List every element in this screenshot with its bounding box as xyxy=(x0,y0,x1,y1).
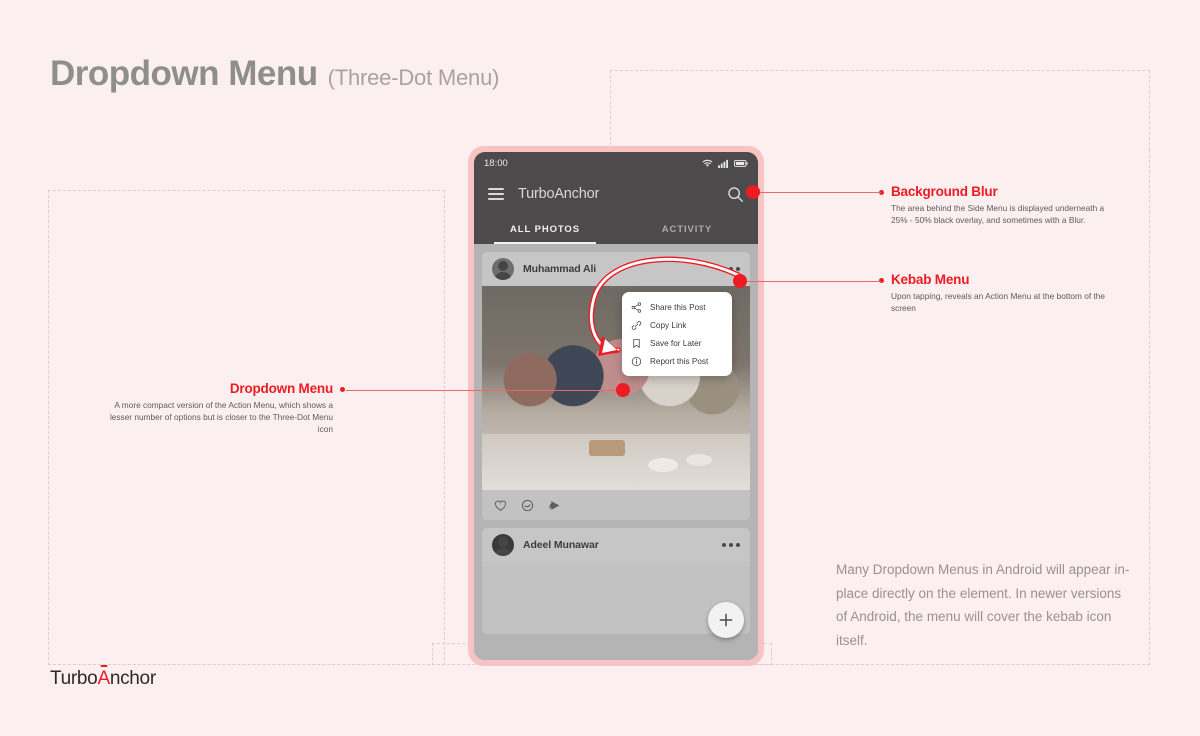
menu-item-copy-link[interactable]: Copy Link xyxy=(622,316,732,334)
post-actions xyxy=(482,490,750,520)
logo-part1: Turbo xyxy=(50,668,98,689)
app-bar: TurboAnchor xyxy=(474,174,758,214)
annotation-dropdown-menu: Dropdown Menu A more compact version of … xyxy=(108,381,333,435)
annotation-title: Background Blur xyxy=(891,184,998,199)
share-nodes-icon xyxy=(631,301,642,313)
annotation-target-marker xyxy=(733,274,747,288)
app-bar-title: TurboAnchor xyxy=(518,186,600,202)
report-info-icon xyxy=(631,356,642,366)
annotation-title: Dropdown Menu xyxy=(229,381,333,396)
tab-bar: ALL PHOTOS ACTIVITY xyxy=(474,214,758,244)
page-root: Dropdown Menu (Three-Dot Menu) TurboAnch… xyxy=(0,0,1200,736)
annotation-target-marker xyxy=(616,383,630,397)
floating-action-button[interactable] xyxy=(708,602,744,638)
menu-item-label: Share this Post xyxy=(650,302,706,312)
annotation-leader-line xyxy=(753,192,881,193)
post-header: Muhammad Ali xyxy=(482,252,750,286)
annotation-body: The area behind the Side Menu is display… xyxy=(891,203,1105,226)
share-icon[interactable] xyxy=(548,499,561,512)
brand-logo: TurboAnchor xyxy=(50,668,156,690)
status-bar-time: 18:00 xyxy=(484,157,508,169)
menu-item-label: Copy Link xyxy=(650,320,687,330)
logo-accent-letter: A xyxy=(97,668,110,689)
post-header: Adeel Munawar xyxy=(482,528,750,562)
menu-item-label: Save for Later xyxy=(650,338,702,348)
comment-icon[interactable] xyxy=(521,499,534,512)
tab-activity[interactable]: ACTIVITY xyxy=(616,214,758,244)
guide-box-top-right xyxy=(610,70,1150,150)
heart-icon[interactable] xyxy=(494,499,507,512)
signal-icon xyxy=(718,159,728,168)
annotation-leader-line xyxy=(346,390,618,391)
note-paragraph: Many Dropdown Menus in Android will appe… xyxy=(836,562,1130,648)
annotation-background-blur: Background Blur The area behind the Side… xyxy=(891,184,1121,226)
kebab-menu-icon[interactable] xyxy=(721,542,740,548)
status-bar-icons xyxy=(702,159,748,168)
battery-icon xyxy=(734,159,748,167)
annotation-kebab-menu: Kebab Menu Upon tapping, reveals an Acti… xyxy=(891,272,1121,314)
avatar xyxy=(492,258,514,280)
wifi-icon xyxy=(702,159,713,167)
avatar xyxy=(492,534,514,556)
menu-item-share-this-post[interactable]: Share this Post xyxy=(622,298,732,316)
annotation-body: Upon tapping, reveals an Action Menu at … xyxy=(891,291,1106,314)
annotation-leader-line xyxy=(740,281,881,282)
phone-screen: 18:00 TurboAnchor ALL PHOTOS ACTIVITY Mu… xyxy=(474,152,758,660)
annotation-bullet xyxy=(340,387,345,392)
post-author-name: Adeel Munawar xyxy=(523,539,599,551)
link-icon xyxy=(631,320,642,330)
kebab-menu-icon[interactable] xyxy=(721,266,740,272)
tab-all-photos[interactable]: ALL PHOTOS xyxy=(474,214,616,244)
annotation-title: Kebab Menu xyxy=(891,272,970,287)
search-icon[interactable] xyxy=(727,186,744,203)
dropdown-menu[interactable]: Share this Post Copy Link Save for Later… xyxy=(622,292,732,376)
page-title-subtitle: (Three-Dot Menu) xyxy=(327,65,500,90)
annotation-body: A more compact version of the Action Men… xyxy=(109,400,333,435)
plus-icon xyxy=(719,613,733,627)
annotation-target-marker xyxy=(746,185,760,199)
menu-item-save-for-later[interactable]: Save for Later xyxy=(622,334,732,352)
logo-part2: nchor xyxy=(109,668,156,689)
status-bar: 18:00 xyxy=(474,152,758,174)
menu-item-report-this-post[interactable]: Report this Post xyxy=(622,352,732,370)
hamburger-icon[interactable] xyxy=(488,188,504,200)
phone-mockup: 18:00 TurboAnchor ALL PHOTOS ACTIVITY Mu… xyxy=(468,146,764,666)
page-title-main: Dropdown Menu xyxy=(50,54,318,93)
menu-item-label: Report this Post xyxy=(650,356,709,366)
page-title: Dropdown Menu (Three-Dot Menu) xyxy=(50,54,499,94)
post-author-name: Muhammad Ali xyxy=(523,263,597,275)
bookmark-icon xyxy=(633,338,640,348)
